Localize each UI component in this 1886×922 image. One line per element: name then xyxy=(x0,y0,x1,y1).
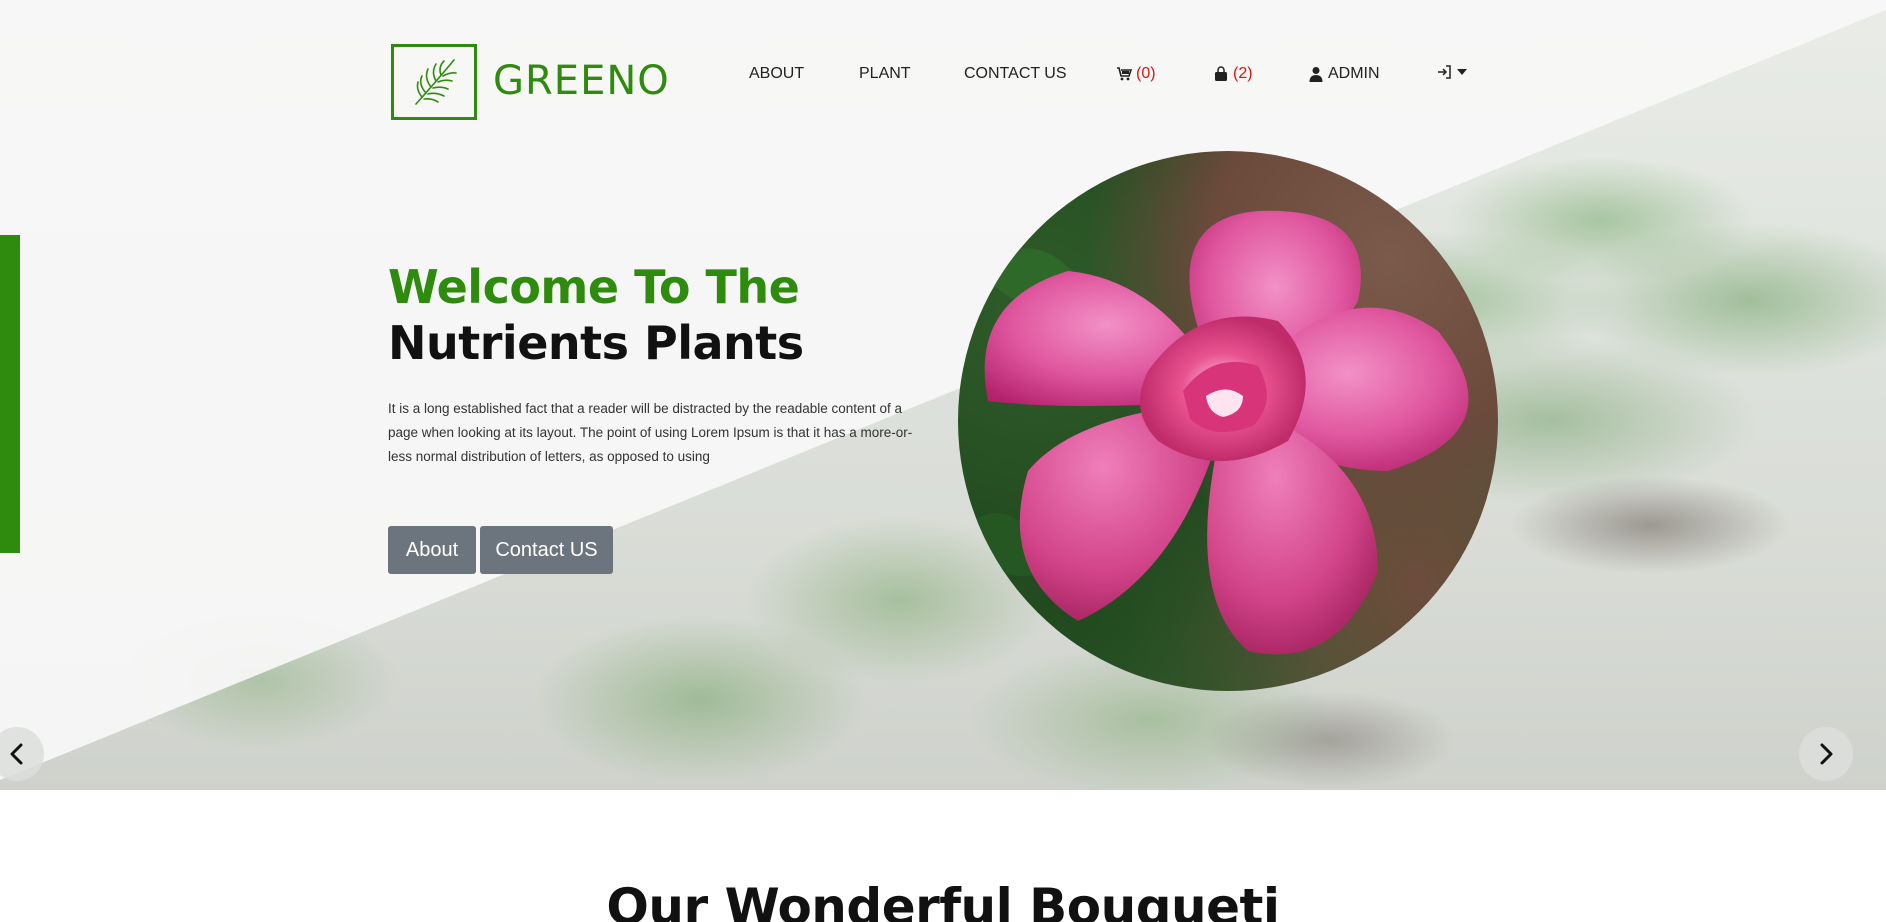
hero-overlay xyxy=(0,0,1886,780)
sign-in-icon xyxy=(1438,65,1451,79)
cart-count: (0) xyxy=(1136,65,1156,82)
hero-title-line2: Nutrients Plants xyxy=(388,316,804,370)
shopping-bag-icon xyxy=(1215,66,1227,81)
side-accent-bar xyxy=(0,235,20,553)
user-icon xyxy=(1309,67,1323,82)
admin-label: ADMIN xyxy=(1328,65,1380,82)
hero-carousel: GREENO ABOUT PLANT CONTACT US (0) (2) AD… xyxy=(0,0,1886,790)
chevron-right-icon xyxy=(1820,743,1833,765)
nav-cart[interactable]: (0) xyxy=(1116,64,1156,84)
contact-us-button[interactable]: Contact US xyxy=(480,526,613,574)
nav-admin[interactable]: ADMIN xyxy=(1308,64,1380,84)
flower-image xyxy=(958,151,1498,691)
nav-about[interactable]: ABOUT xyxy=(749,64,804,84)
carousel-next-button[interactable] xyxy=(1799,727,1853,781)
hero-description: It is a long established fact that a rea… xyxy=(388,401,913,464)
cart-icon xyxy=(1117,67,1132,81)
account-dropdown[interactable] xyxy=(1437,64,1467,80)
bag-count: (2) xyxy=(1233,65,1253,82)
nav-contact-us[interactable]: CONTACT US xyxy=(964,64,1067,84)
section-title: Our Wonderful Bouqueti xyxy=(606,878,1280,922)
pink-flower-illustration xyxy=(958,210,1498,655)
nav-plant[interactable]: PLANT xyxy=(859,64,911,84)
nav-bag[interactable]: (2) xyxy=(1213,64,1253,84)
caret-down-icon xyxy=(1457,69,1467,75)
chevron-left-icon xyxy=(10,743,23,765)
about-button[interactable]: About xyxy=(388,526,476,574)
main-nav: ABOUT PLANT CONTACT US (0) (2) ADMIN xyxy=(0,64,1886,88)
hero-title-line1: Welcome To The xyxy=(388,260,800,314)
